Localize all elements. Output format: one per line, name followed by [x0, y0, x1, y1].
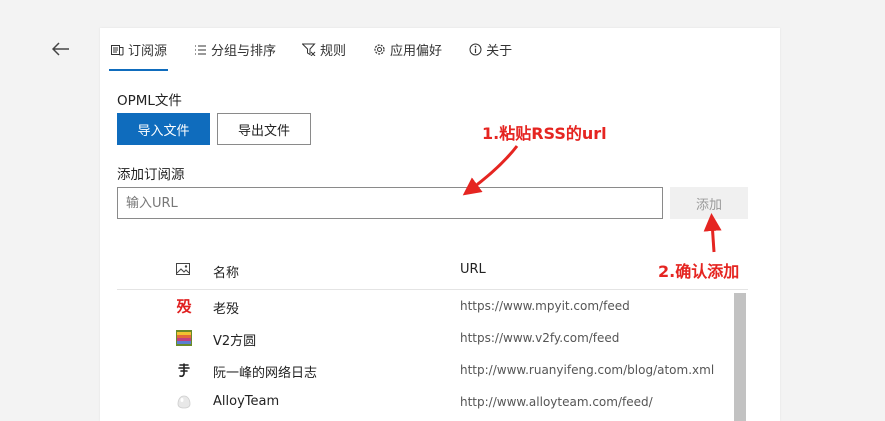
feed-row[interactable]: 殁 老殁 https://www.mpyit.com/feed	[117, 291, 735, 323]
list-icon	[193, 43, 207, 57]
feed-row[interactable]: 阮一峰的网络日志 http://www.ruanyifeng.com/blog/…	[117, 355, 735, 387]
feed-name: V2方圆	[213, 334, 257, 349]
settings-tabs: 订阅源 分组与排序 规则 应用偏好 关于	[109, 28, 537, 72]
tab-label: 关于	[486, 44, 513, 59]
tab-about[interactable]: 关于	[467, 28, 513, 71]
image-icon	[176, 263, 190, 279]
gear-icon	[372, 43, 386, 57]
feed-list-header: 名称 URL	[117, 252, 748, 290]
feed-url-input[interactable]	[117, 187, 663, 219]
feed-row[interactable]: AlloyTeam http://www.alloyteam.com/feed/	[117, 387, 735, 419]
feed-list-icon	[110, 43, 124, 57]
add-feed-label: 添加订阅源	[117, 167, 185, 183]
v2fy-favicon	[176, 330, 192, 346]
tab-label: 订阅源	[128, 44, 168, 59]
add-feed-button[interactable]: 添加	[670, 187, 748, 219]
tab-groups-sorting[interactable]: 分组与排序	[192, 28, 277, 71]
feed-name: AlloyTeam	[213, 394, 280, 409]
tab-rules[interactable]: 规则	[301, 28, 347, 71]
column-header-url[interactable]: URL	[460, 262, 486, 277]
feed-name: 老殁	[213, 302, 240, 317]
svg-text:殁: 殁	[176, 298, 192, 314]
column-header-name[interactable]: 名称	[213, 262, 239, 281]
back-button[interactable]	[50, 38, 72, 60]
feed-list-scrollbar[interactable]	[734, 293, 746, 421]
opml-label: OPML文件	[117, 93, 182, 109]
feed-url: https://www.v2fy.com/feed	[460, 331, 620, 345]
tab-label: 分组与排序	[211, 44, 277, 59]
filter-icon	[302, 43, 316, 57]
settings-panel: 订阅源 分组与排序 规则 应用偏好 关于 OPML文件 导入文件 导出文件 添加…	[100, 28, 780, 421]
alloyteam-favicon	[176, 394, 192, 410]
export-file-button[interactable]: 导出文件	[217, 113, 311, 145]
feed-name: 阮一峰的网络日志	[213, 366, 318, 381]
tab-label: 应用偏好	[390, 44, 443, 59]
tab-app-preferences[interactable]: 应用偏好	[371, 28, 443, 71]
annotation-step1: 1.粘贴RSS的url	[482, 124, 607, 143]
arrow-left-icon	[52, 42, 69, 56]
feed-url: http://www.ruanyifeng.com/blog/atom.xml	[460, 363, 715, 377]
ruanyifeng-favicon	[176, 362, 192, 378]
annotation-step2: 2.确认添加	[658, 262, 740, 281]
feed-url: https://www.mpyit.com/feed	[460, 299, 630, 313]
import-file-button[interactable]: 导入文件	[117, 113, 210, 145]
info-icon	[468, 43, 482, 57]
mpyit-favicon: 殁	[176, 298, 192, 314]
feed-url: http://www.alloyteam.com/feed/	[460, 395, 653, 409]
tab-feeds[interactable]: 订阅源	[109, 28, 169, 71]
feed-row[interactable]: V2方圆 https://www.v2fy.com/feed	[117, 323, 735, 355]
tab-label: 规则	[320, 44, 347, 59]
